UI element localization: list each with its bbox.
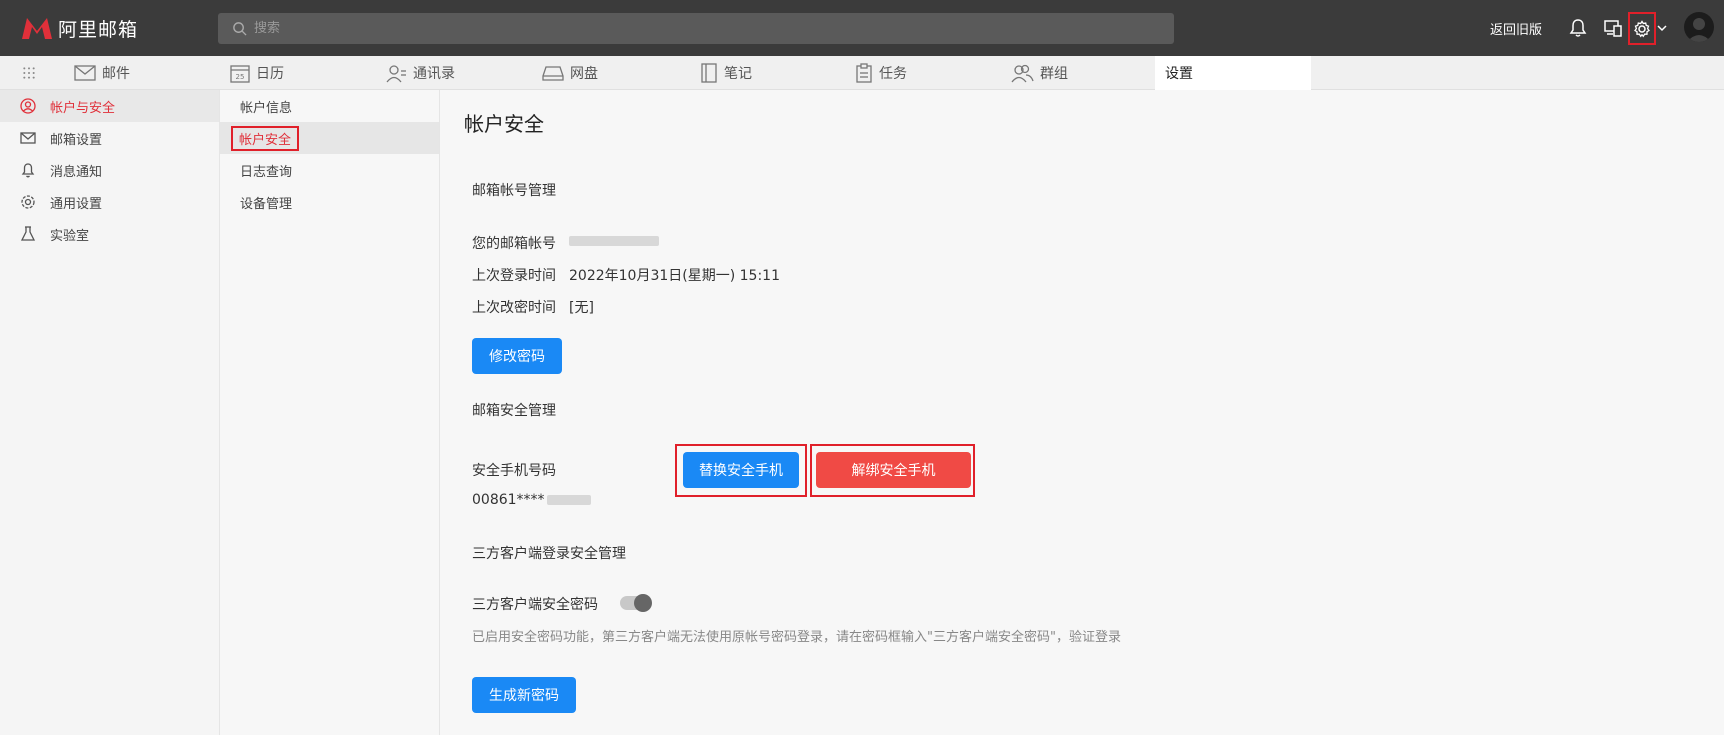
- tab-contacts[interactable]: 通讯录: [385, 56, 455, 90]
- subnav-item-label: 设备管理: [240, 196, 293, 212]
- subnav-item-label: 帐户信息: [240, 100, 293, 116]
- subnav-item-account-security[interactable]: 帐户安全: [220, 122, 439, 154]
- subnav-item-label: 日志查询: [240, 164, 293, 180]
- settings-gear-button[interactable]: [1628, 12, 1656, 45]
- tab-tasks[interactable]: 任务: [855, 56, 907, 90]
- sidebar-item-label: 实验室: [50, 228, 90, 244]
- unbind-security-phone-button[interactable]: 解绑安全手机: [816, 452, 971, 488]
- sidebar-item-general-settings[interactable]: 通用设置: [0, 186, 219, 218]
- search-input[interactable]: [254, 13, 1154, 44]
- tab-label: 邮件: [102, 66, 130, 82]
- devices-icon[interactable]: [1602, 17, 1624, 39]
- toggle-knob: [634, 594, 652, 612]
- tab-mail[interactable]: 邮件: [74, 56, 130, 90]
- third-party-hint: 已启用安全密码功能，第三方客户端无法使用原帐号密码登录，请在密码框输入"三方客户…: [472, 630, 1121, 645]
- tab-label: 设置: [1165, 66, 1193, 82]
- phone-prefix: 00861****: [472, 492, 545, 508]
- avatar[interactable]: [1684, 12, 1714, 42]
- tab-label: 群组: [1040, 66, 1068, 82]
- mail-settings-icon: [20, 132, 36, 144]
- main-content: 帐户安全 邮箱帐号管理 您的邮箱帐号 上次登录时间 2022年10月31日(星期…: [440, 90, 1724, 735]
- page-title: 帐户安全: [464, 112, 544, 136]
- tab-label: 通讯录: [413, 66, 455, 82]
- tab-calendar[interactable]: 25 日历: [230, 56, 284, 90]
- third-party-password-label: 三方客户端安全密码: [472, 597, 598, 613]
- redacted-email: [569, 236, 659, 246]
- svg-text:25: 25: [236, 73, 245, 81]
- subnav-item-label: 帐户安全: [231, 125, 300, 151]
- return-old-version-link[interactable]: 返回旧版: [1490, 19, 1542, 38]
- search-icon: [233, 22, 247, 36]
- sidebar-item-label: 通用设置: [50, 196, 103, 212]
- tab-groups[interactable]: 群组: [1010, 56, 1068, 90]
- email-label: 您的邮箱帐号: [472, 236, 556, 252]
- subnav-item-device-management[interactable]: 设备管理: [220, 186, 439, 218]
- tasks-icon: [856, 63, 872, 83]
- tab-label: 笔记: [724, 66, 752, 82]
- security-phone-label: 安全手机号码: [472, 463, 556, 479]
- change-password-button[interactable]: 修改密码: [472, 338, 562, 374]
- bell-icon[interactable]: [1567, 17, 1589, 39]
- groups-icon: [1011, 64, 1034, 83]
- generate-new-password-button[interactable]: 生成新密码: [472, 677, 576, 713]
- settings-sidebar: 帐户与安全 邮箱设置 消息通知 通用设置 实验室: [0, 90, 220, 735]
- notes-icon: [701, 63, 717, 83]
- subnav-item-account-info[interactable]: 帐户信息: [220, 90, 439, 122]
- tab-settings[interactable]: 设置: [1155, 56, 1311, 90]
- replace-security-phone-button[interactable]: 替换安全手机: [683, 452, 799, 488]
- gear-icon: [1634, 20, 1650, 38]
- account-subnav: 帐户信息 帐户安全 日志查询 设备管理: [220, 90, 440, 735]
- drive-icon: [542, 66, 564, 81]
- subnav-item-log-query[interactable]: 日志查询: [220, 154, 439, 186]
- section-title-security: 邮箱安全管理: [472, 403, 556, 419]
- chevron-down-icon[interactable]: [1656, 17, 1668, 39]
- last-login-label: 上次登录时间: [472, 268, 556, 284]
- user-avatar-icon: [1687, 18, 1711, 42]
- last-login-value: 2022年10月31日(星期一) 15:11: [569, 268, 780, 284]
- tab-label: 日历: [256, 66, 284, 82]
- app-nav: 邮件 25 日历 通讯录 网盘 笔记 任务 群组 设置: [0, 56, 1724, 90]
- section-title-third-party: 三方客户端登录安全管理: [472, 546, 626, 562]
- tab-notes[interactable]: 笔记: [700, 56, 752, 90]
- flask-icon: [20, 226, 36, 241]
- gear-icon: [21, 195, 35, 209]
- sidebar-item-mailbox-settings[interactable]: 邮箱设置: [0, 122, 219, 154]
- sidebar-item-account-security[interactable]: 帐户与安全: [0, 90, 219, 122]
- search-box[interactable]: [218, 13, 1174, 44]
- calendar-icon: 25: [230, 65, 250, 83]
- apps-grid-button[interactable]: [22, 56, 42, 90]
- bell-icon: [21, 163, 35, 178]
- last-pwd-change-label: 上次改密时间: [472, 300, 556, 316]
- security-phone-value: 00861****: [472, 492, 591, 508]
- tab-label: 网盘: [570, 66, 598, 82]
- tab-label: 任务: [879, 66, 907, 82]
- redacted-phone: [546, 495, 591, 505]
- third-party-password-toggle[interactable]: [620, 594, 652, 612]
- user-icon: [20, 98, 36, 114]
- sidebar-item-label: 帐户与安全: [50, 100, 116, 116]
- logo-text: 阿里邮箱: [58, 18, 139, 41]
- sidebar-item-lab[interactable]: 实验室: [0, 218, 219, 250]
- tab-drive[interactable]: 网盘: [542, 56, 598, 90]
- grid-icon: [23, 67, 35, 79]
- sidebar-item-label: 邮箱设置: [50, 132, 103, 148]
- mail-icon: [74, 65, 96, 81]
- email-value-redacted: [569, 233, 659, 249]
- logo-m-icon: [22, 18, 52, 39]
- section-title-account: 邮箱帐号管理: [472, 183, 556, 199]
- sidebar-item-notifications[interactable]: 消息通知: [0, 154, 219, 186]
- logo[interactable]: 阿里邮箱: [20, 14, 138, 42]
- top-bar: 阿里邮箱 返回旧版: [0, 0, 1724, 56]
- sidebar-item-label: 消息通知: [50, 164, 103, 180]
- contacts-icon: [386, 65, 406, 83]
- last-pwd-change-value: [无]: [569, 300, 594, 316]
